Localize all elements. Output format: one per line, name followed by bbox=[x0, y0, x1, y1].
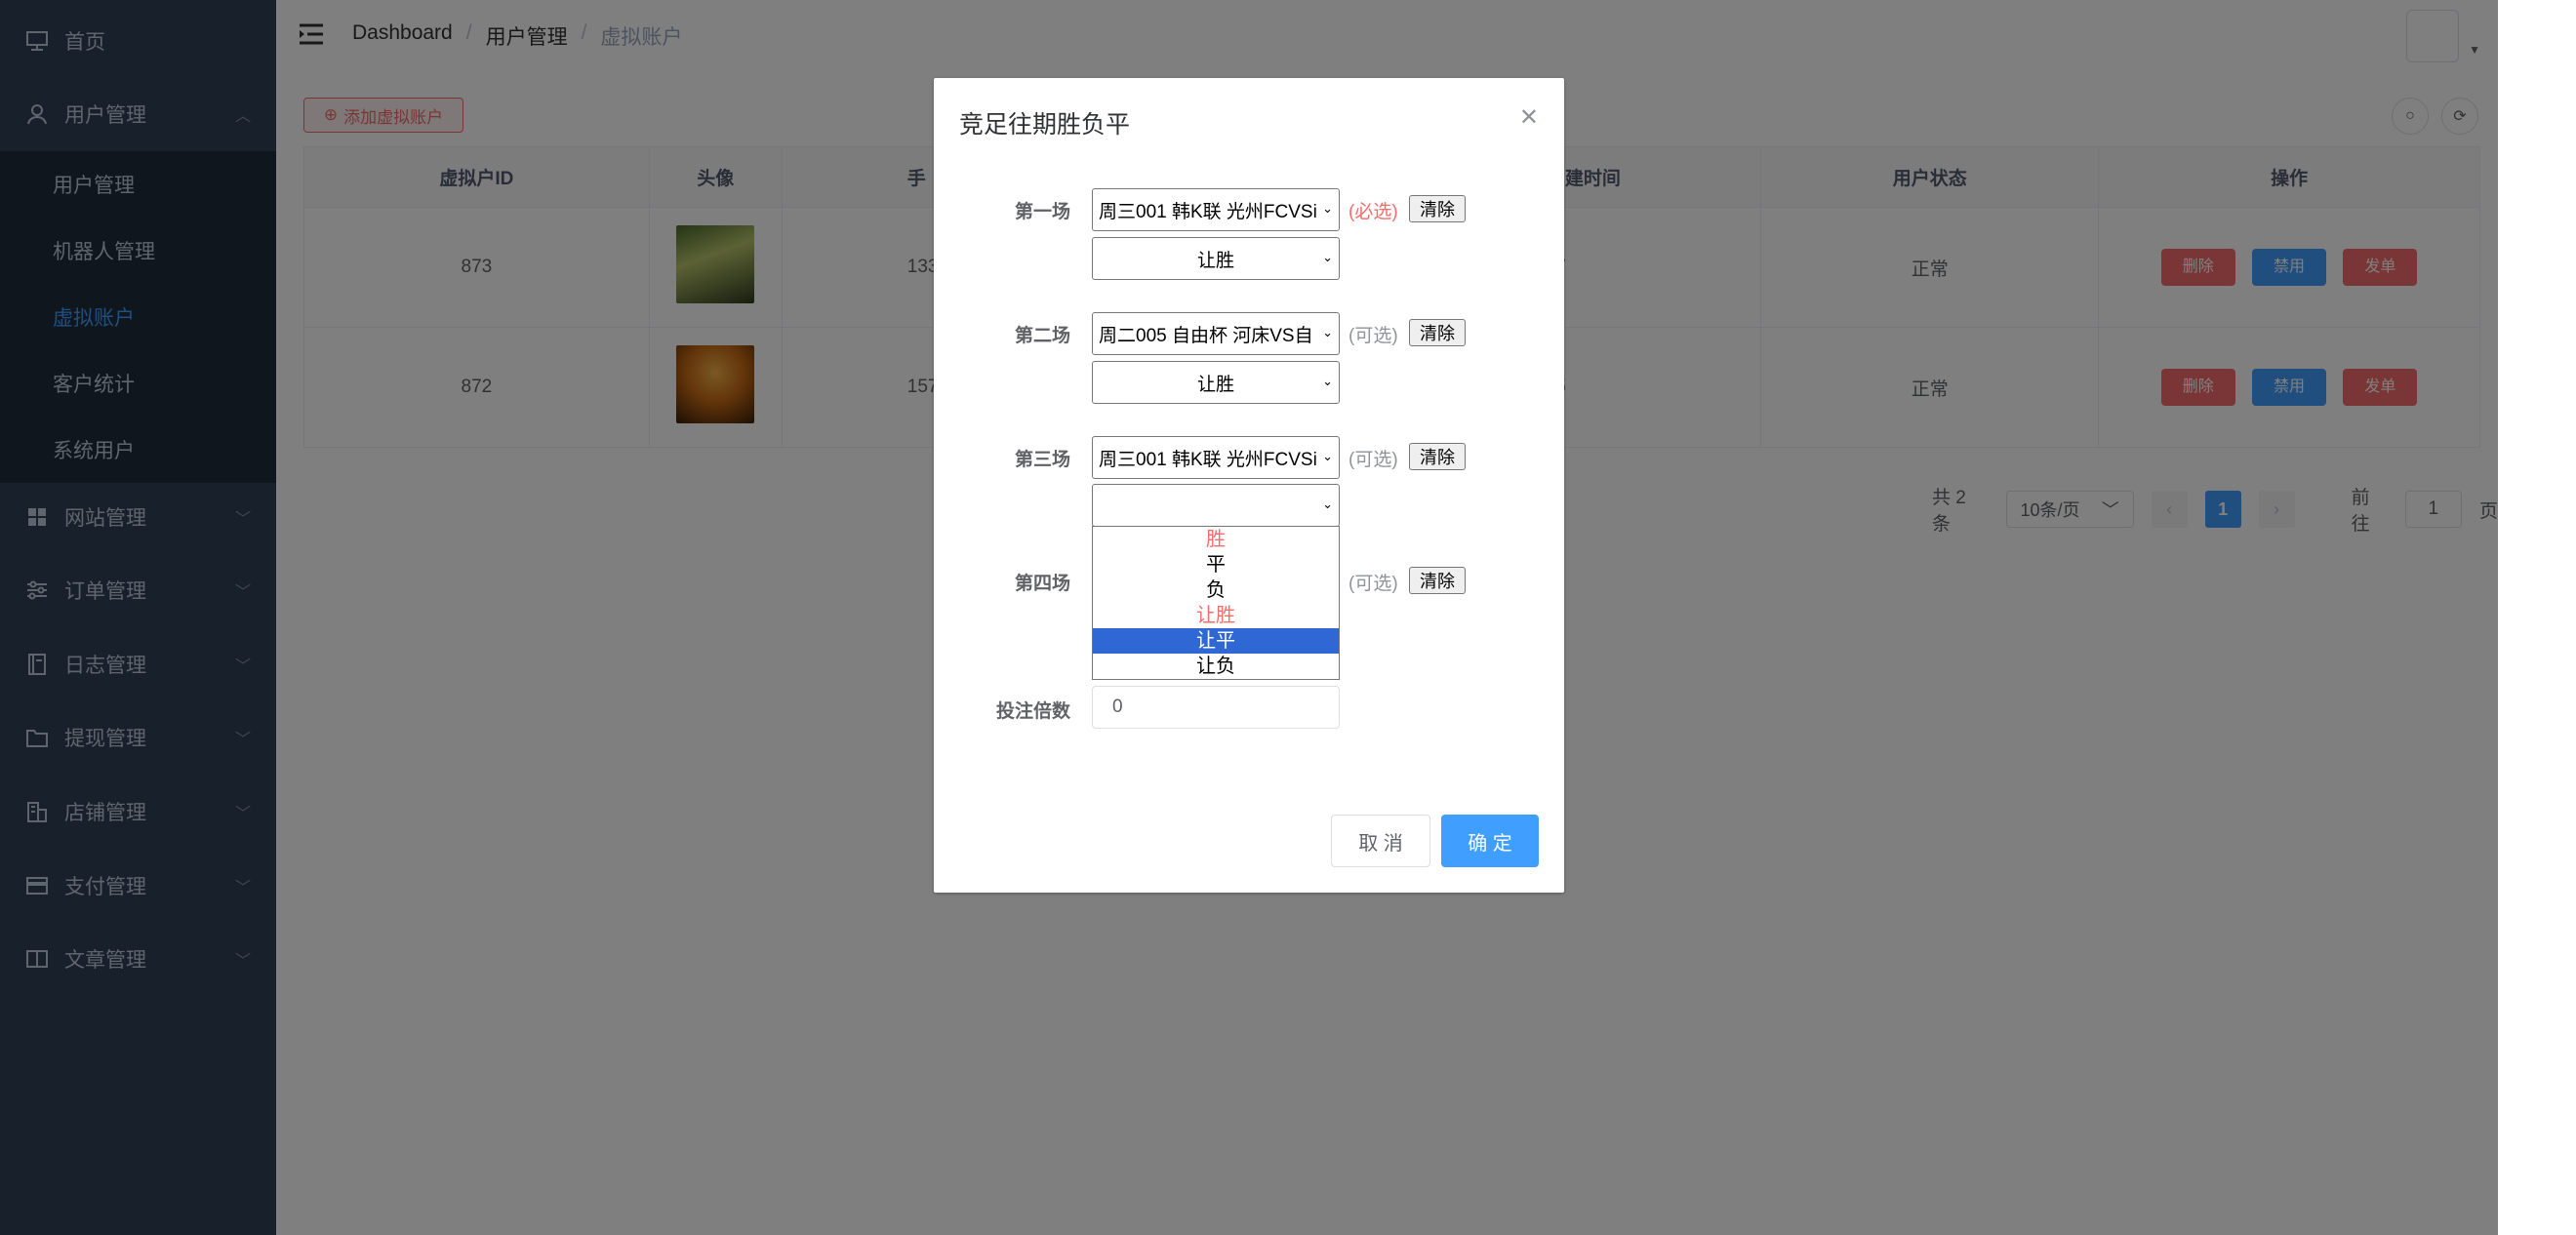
dialog-title: 竞足往期胜负平 bbox=[959, 111, 1131, 139]
chevron-down-icon: ⌄ bbox=[1322, 374, 1333, 388]
match-2-hint: (可选) bbox=[1348, 326, 1398, 346]
match-1-hint: (必选) bbox=[1348, 202, 1398, 222]
match-1-clear-button[interactable]: 清除 bbox=[1409, 195, 1466, 222]
history-results-dialog: 竞足往期胜负平 ✕ 第一场 周三001 韩K联 光州FCVSi ⌄ (必选) 清… bbox=[934, 78, 1564, 893]
option-handicap-win[interactable]: 让胜 bbox=[1093, 603, 1339, 628]
match-4-hint: (可选) bbox=[1348, 574, 1398, 594]
chevron-down-icon: ⌄ bbox=[1322, 497, 1333, 511]
match-3-select[interactable]: 周三001 韩K联 光州FCVSi ⌄ bbox=[1092, 436, 1340, 479]
match-2-result-value: 让胜 bbox=[1196, 374, 1234, 395]
multiplier-input[interactable]: 0 bbox=[1092, 686, 1340, 729]
match-3-clear-button[interactable]: 清除 bbox=[1409, 443, 1466, 470]
match-3-label: 第三场 bbox=[1014, 450, 1070, 470]
chevron-down-icon: ⌄ bbox=[1322, 449, 1333, 463]
option-handicap-draw[interactable]: 让平 bbox=[1093, 628, 1339, 654]
chevron-down-icon: ⌄ bbox=[1322, 250, 1333, 264]
match-4-label: 第四场 bbox=[1014, 574, 1070, 594]
match-1-value: 周三001 韩K联 光州FCVSi bbox=[1099, 201, 1317, 222]
multiplier-label: 投注倍数 bbox=[995, 701, 1070, 722]
match-3-value: 周三001 韩K联 光州FCVSi bbox=[1099, 449, 1317, 470]
option-handicap-lose[interactable]: 让负 bbox=[1093, 654, 1339, 679]
match-2-result-select[interactable]: 让胜 ⌄ bbox=[1092, 361, 1340, 404]
match-2-clear-button[interactable]: 清除 bbox=[1409, 319, 1466, 346]
option-win[interactable]: 胜 bbox=[1093, 527, 1339, 552]
confirm-button[interactable]: 确 定 bbox=[1441, 815, 1539, 867]
blank-margin bbox=[2498, 0, 2576, 1235]
match-1-select[interactable]: 周三001 韩K联 光州FCVSi ⌄ bbox=[1092, 188, 1340, 231]
app-window: 首页 用户管理 ︿ 用户管理 机器人管理 虚拟账户 客户统计 系统用户 网站管理… bbox=[0, 0, 2498, 1235]
match-2-label: 第二场 bbox=[1014, 326, 1070, 346]
option-draw[interactable]: 平 bbox=[1093, 552, 1339, 578]
match-1-result-value: 让胜 bbox=[1196, 250, 1234, 271]
cancel-button[interactable]: 取 消 bbox=[1331, 815, 1430, 867]
match-1-label: 第一场 bbox=[1014, 202, 1070, 222]
match-3-hint: (可选) bbox=[1348, 450, 1398, 470]
match-3-result-select[interactable]: ⌄ bbox=[1092, 484, 1340, 527]
result-options-dropdown: 胜 平 负 让胜 让平 让负 bbox=[1092, 526, 1340, 680]
close-icon[interactable]: ✕ bbox=[1519, 103, 1539, 132]
option-lose[interactable]: 负 bbox=[1093, 578, 1339, 603]
chevron-down-icon: ⌄ bbox=[1322, 201, 1333, 216]
match-2-value: 周二005 自由杯 河床VS自 bbox=[1099, 325, 1313, 346]
match-4-clear-button[interactable]: 清除 bbox=[1409, 567, 1466, 594]
match-2-select[interactable]: 周二005 自由杯 河床VS自 ⌄ bbox=[1092, 312, 1340, 355]
match-1-result-select[interactable]: 让胜 ⌄ bbox=[1092, 237, 1340, 280]
chevron-down-icon: ⌄ bbox=[1322, 325, 1333, 339]
